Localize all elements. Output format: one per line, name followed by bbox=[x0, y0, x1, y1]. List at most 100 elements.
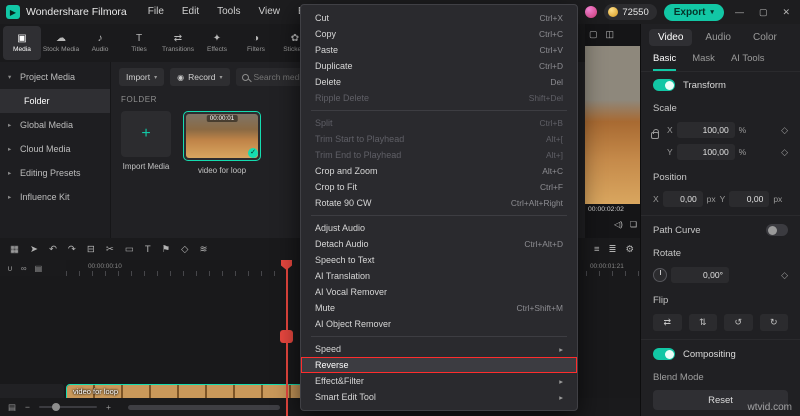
speaker-icon[interactable]: ◁) bbox=[614, 220, 623, 229]
menu-item-detach-audio[interactable]: Detach Audio Ctrl+Alt+D bbox=[301, 236, 577, 252]
preview-mode-icon[interactable]: ▢ bbox=[589, 29, 598, 40]
scale-x-field[interactable]: 100,00 bbox=[676, 122, 735, 138]
menu-item-adjust-audio[interactable]: Adjust Audio bbox=[301, 220, 577, 236]
keyframe-diamond-icon[interactable]: ◇ bbox=[781, 147, 788, 158]
menu-file[interactable]: File bbox=[139, 0, 173, 24]
menu-item-effect-filter[interactable]: Effect&Filter ▸ bbox=[301, 373, 577, 389]
menu-item-speed[interactable]: Speed ▸ bbox=[301, 341, 577, 357]
menu-item-reverse[interactable]: Reverse bbox=[301, 357, 577, 373]
menu-item-crop-and-zoom[interactable]: Crop and Zoom Alt+C bbox=[301, 163, 577, 179]
import-media-card[interactable]: + Import Media bbox=[121, 111, 171, 171]
tab-audio-settings[interactable]: Audio bbox=[696, 29, 740, 46]
mixer-icon[interactable]: ≋ bbox=[199, 244, 207, 255]
menu-item-split[interactable]: Split Ctrl+B bbox=[301, 115, 577, 131]
timeline-horizontal-scrollbar[interactable] bbox=[128, 405, 280, 410]
sidebar-item-project-media[interactable]: ▾ Project Media bbox=[0, 65, 110, 89]
redo-icon[interactable]: ↷ bbox=[68, 244, 76, 255]
preview-compare-icon[interactable]: ◫ bbox=[606, 29, 615, 40]
undo-icon[interactable]: ↶ bbox=[49, 244, 57, 255]
tab-audio[interactable]: ♪ Audio bbox=[81, 26, 119, 60]
menu-item-trim-end[interactable]: Trim End to Playhead Alt+] bbox=[301, 147, 577, 163]
menu-item-crop-to-fit[interactable]: Crop to Fit Ctrl+F bbox=[301, 179, 577, 195]
keyframe-diamond-icon[interactable]: ◇ bbox=[781, 125, 788, 136]
tab-color[interactable]: Color bbox=[744, 29, 786, 46]
preview-viewport[interactable] bbox=[585, 46, 640, 204]
panel-toggle-icon[interactable]: ▤ bbox=[8, 402, 16, 413]
lock-ratio-icon[interactable] bbox=[651, 129, 659, 139]
rotate-ccw-button[interactable]: ↺ bbox=[724, 314, 753, 331]
sidebar-item-influence-kit[interactable]: ▸ Influence Kit bbox=[0, 185, 110, 209]
minimize-button[interactable]: — bbox=[731, 7, 748, 17]
menu-item-duplicate[interactable]: Duplicate Ctrl+D bbox=[301, 58, 577, 74]
rotate-field[interactable]: 0,00° bbox=[671, 267, 729, 283]
keyframe-diamond-icon[interactable]: ◇ bbox=[781, 270, 788, 281]
menu-item-ai-vocal-remover[interactable]: AI Vocal Remover bbox=[301, 284, 577, 300]
text-tool-icon[interactable]: T bbox=[145, 244, 151, 255]
track-box-icon[interactable]: ▤ bbox=[35, 264, 43, 273]
flip-horizontal-button[interactable]: ⇄ bbox=[653, 314, 682, 331]
account-avatar[interactable] bbox=[585, 6, 598, 18]
menu-item-rotate-90-cw[interactable]: Rotate 90 CW Ctrl+Alt+Right bbox=[301, 195, 577, 211]
tab-stock-media[interactable]: ☁ Stock Media bbox=[42, 26, 80, 60]
menu-item-trim-start[interactable]: Trim Start to Playhead Alt+[ bbox=[301, 131, 577, 147]
playhead-knob[interactable] bbox=[280, 330, 293, 343]
link-icon[interactable]: ∞ bbox=[21, 264, 27, 273]
coins-badge[interactable]: 72550 bbox=[604, 4, 657, 20]
menu-item-mute[interactable]: Mute Ctrl+Shift+M bbox=[301, 300, 577, 316]
pointer-tool-icon[interactable]: ➤ bbox=[30, 244, 38, 255]
tab-video[interactable]: Video bbox=[649, 29, 693, 46]
record-button[interactable]: ◉ Record ▾ bbox=[170, 68, 230, 86]
path-curve-toggle[interactable] bbox=[766, 224, 788, 236]
menu-item-ripple-delete[interactable]: Ripple Delete Shift+Del bbox=[301, 90, 577, 106]
zoom-slider-handle[interactable] bbox=[52, 403, 60, 411]
track-list-icon[interactable]: ≡ bbox=[594, 244, 600, 255]
fullscreen-icon[interactable]: ❏ bbox=[630, 220, 637, 229]
keyframe-icon[interactable]: ◇ bbox=[181, 244, 188, 255]
video-thumbnail[interactable]: 00:00:01 ✓ bbox=[183, 111, 261, 161]
zoom-in-icon[interactable]: + bbox=[106, 402, 111, 412]
maximize-button[interactable]: ▢ bbox=[755, 7, 772, 18]
zoom-out-icon[interactable]: − bbox=[25, 402, 30, 412]
menu-item-cut[interactable]: Cut Ctrl+X bbox=[301, 10, 577, 26]
position-x-field[interactable]: 0,00 bbox=[662, 191, 703, 207]
menu-item-smart-edit-tool[interactable]: Smart Edit Tool ▸ bbox=[301, 389, 577, 405]
sidebar-item-cloud-media[interactable]: ▸ Cloud Media bbox=[0, 137, 110, 161]
tab-filters[interactable]: ◑ Filters bbox=[237, 26, 275, 60]
menu-item-delete[interactable]: Delete Del bbox=[301, 74, 577, 90]
import-button[interactable]: Import ▾ bbox=[119, 68, 165, 86]
menu-item-copy[interactable]: Copy Ctrl+C bbox=[301, 26, 577, 42]
tab-titles[interactable]: T Titles bbox=[120, 26, 158, 60]
close-button[interactable]: ✕ bbox=[778, 7, 794, 18]
video-clip-card[interactable]: 00:00:01 ✓ video for loop bbox=[183, 111, 261, 175]
rotate-knob[interactable] bbox=[653, 268, 667, 282]
sidebar-item-folder[interactable]: Folder bbox=[0, 89, 110, 113]
scale-y-field[interactable]: 100,00 bbox=[676, 144, 735, 160]
track-manage-icon[interactable]: ≣ bbox=[609, 244, 617, 255]
sidebar-item-global-media[interactable]: ▸ Global Media bbox=[0, 113, 110, 137]
subtab-basic[interactable]: Basic bbox=[653, 53, 677, 71]
marker-icon[interactable]: ⚑ bbox=[162, 244, 171, 255]
compositing-toggle[interactable] bbox=[653, 348, 675, 360]
menu-view[interactable]: View bbox=[249, 0, 289, 24]
sidebar-item-editing-presets[interactable]: ▸ Editing Presets bbox=[0, 161, 110, 185]
crop-icon[interactable]: ▭ bbox=[125, 244, 134, 255]
tab-media[interactable]: ▣ Media bbox=[3, 26, 41, 60]
menu-item-speech-to-text[interactable]: Speech to Text bbox=[301, 252, 577, 268]
subtab-mask[interactable]: Mask bbox=[692, 53, 715, 71]
timeline-zoom-slider[interactable] bbox=[39, 403, 97, 411]
workspace-layout-icon[interactable]: ▦ bbox=[10, 244, 19, 255]
menu-tools[interactable]: Tools bbox=[208, 0, 249, 24]
transform-toggle[interactable] bbox=[653, 79, 675, 91]
flip-vertical-button[interactable]: ⇅ bbox=[688, 314, 717, 331]
menu-edit[interactable]: Edit bbox=[173, 0, 208, 24]
tab-effects[interactable]: ✦ Effects bbox=[198, 26, 236, 60]
split-icon[interactable]: ✂ bbox=[106, 244, 114, 255]
tab-transitions[interactable]: ⇄ Transitions bbox=[159, 26, 197, 60]
snap-icon[interactable]: ∪ bbox=[7, 264, 13, 273]
menu-item-ai-translation[interactable]: AI Translation bbox=[301, 268, 577, 284]
timeline-settings-icon[interactable]: ⚙ bbox=[625, 244, 634, 255]
menu-item-paste[interactable]: Paste Ctrl+V bbox=[301, 42, 577, 58]
import-media-dropzone[interactable]: + bbox=[121, 111, 171, 157]
menu-item-ai-object-remover[interactable]: AI Object Remover bbox=[301, 316, 577, 332]
delete-icon[interactable]: ⊟ bbox=[87, 244, 95, 255]
